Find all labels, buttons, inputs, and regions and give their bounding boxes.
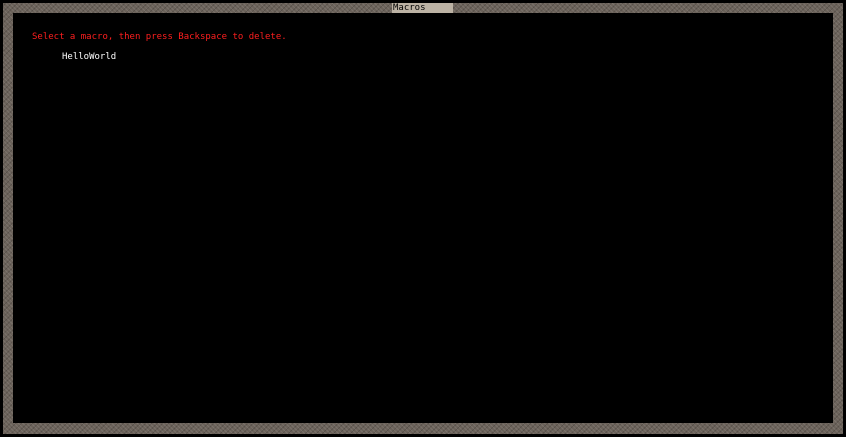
window-title: Macros [392, 3, 453, 13]
macro-list: HelloWorld [62, 51, 116, 63]
macros-screen: Macros Select a macro, then press Backsp… [0, 0, 846, 437]
content-area [13, 13, 833, 423]
macro-item-helloworld[interactable]: HelloWorld [62, 51, 116, 63]
delete-instruction: Select a macro, then press Backspace to … [32, 32, 287, 42]
